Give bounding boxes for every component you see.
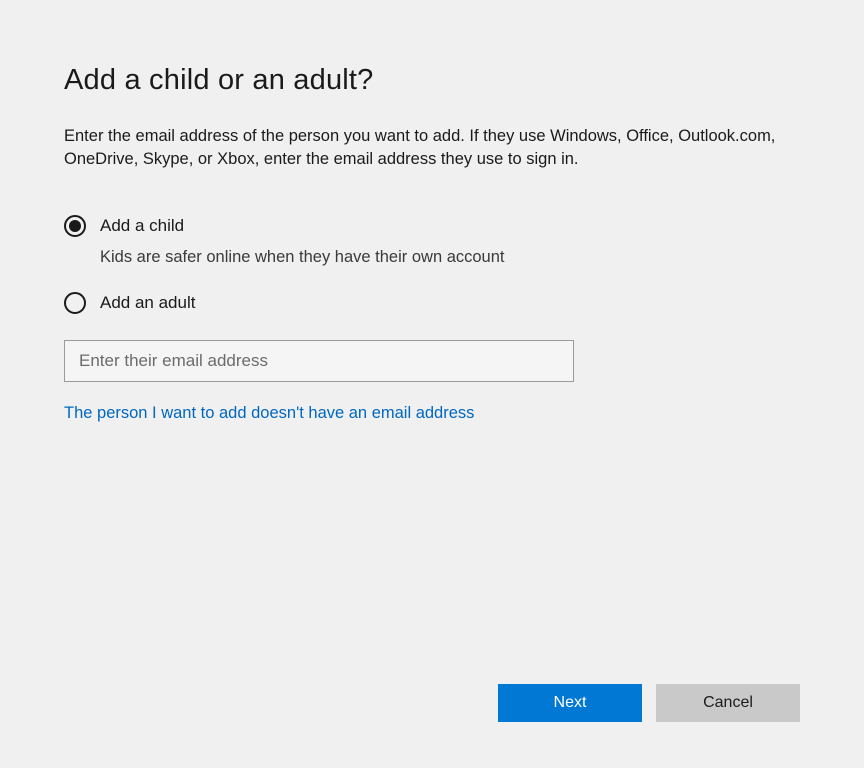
page-title: Add a child or an adult? — [64, 64, 800, 97]
email-input[interactable] — [64, 340, 574, 382]
dialog-content: Add a child or an adult? Enter the email… — [24, 28, 840, 684]
no-email-link[interactable]: The person I want to add doesn't have an… — [64, 404, 474, 422]
next-button[interactable]: Next — [498, 684, 642, 722]
page-description: Enter the email address of the person yo… — [64, 125, 800, 172]
radio-add-adult-label: Add an adult — [100, 291, 195, 315]
radio-add-child-sublabel: Kids are safer online when they have the… — [100, 248, 800, 267]
radio-add-child-label: Add a child — [100, 214, 184, 238]
cancel-button[interactable]: Cancel — [656, 684, 800, 722]
radio-selected-icon — [64, 215, 86, 237]
radio-add-adult[interactable]: Add an adult — [64, 291, 800, 315]
radio-unselected-icon — [64, 292, 86, 314]
person-type-radio-group: Add a child Kids are safer online when t… — [64, 214, 800, 315]
radio-add-child[interactable]: Add a child — [64, 214, 800, 238]
dialog-button-row: Next Cancel — [24, 684, 840, 744]
